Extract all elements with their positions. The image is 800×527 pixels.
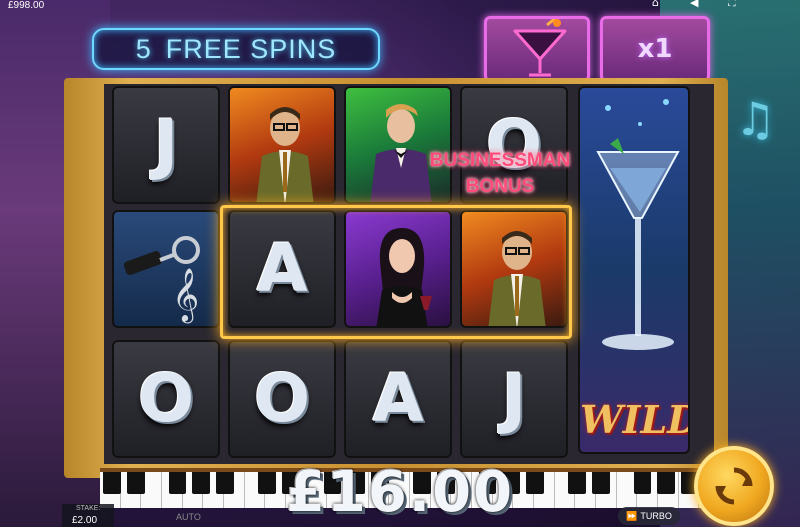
symbol-letter: A — [372, 360, 424, 437]
reel-symbol-singer — [344, 210, 452, 328]
bonus-label-line1: BUSINESSMAN — [429, 150, 571, 171]
wild-label: WILD — [580, 397, 690, 442]
reel-symbol-keys: 𝄞 — [112, 210, 220, 328]
win-amount: £16.00 — [285, 460, 515, 525]
cocktail-feature-box — [484, 15, 590, 82]
music-note-icon: ♫ — [734, 92, 776, 146]
wild-reel: WILD — [578, 86, 690, 454]
singer-portrait-icon — [376, 228, 432, 326]
martini-glass-icon — [596, 99, 680, 350]
auto-button[interactable]: AUTO — [176, 512, 201, 522]
multiplier-box: x1 — [600, 16, 710, 82]
reel-symbol-o: O — [112, 340, 220, 458]
symbol-letter: J — [501, 360, 527, 437]
businessman-portrait-icon — [256, 107, 314, 202]
free-spins-count: 5 — [135, 33, 152, 64]
sound-icon[interactable]: ◀ — [690, 0, 704, 8]
symbol-letter: A — [256, 230, 308, 307]
fast-forward-icon: ⏩ — [626, 510, 638, 521]
bonus-label-line2: BONUS — [465, 176, 535, 197]
svg-text:𝄞: 𝄞 — [172, 267, 199, 323]
reel-symbol-o: O — [228, 340, 336, 458]
reel-symbol-a: A — [228, 210, 336, 328]
turbo-button[interactable]: ⏩ TURBO — [618, 507, 680, 525]
multiplier-value: x1 — [637, 34, 673, 64]
reel-symbol-businessman — [228, 86, 336, 204]
balance-display: £998.00 — [8, 0, 45, 11]
reel-symbol-j: J — [112, 86, 220, 204]
bonus-label: BUSINESSMAN BONUS — [400, 148, 600, 200]
symbol-letter: O — [137, 360, 195, 437]
turbo-label: TURBO — [640, 511, 672, 521]
spin-button[interactable] — [694, 446, 774, 526]
stake-display[interactable]: STAKE: £2.00 — [62, 504, 114, 527]
reel-symbol-businessman — [460, 210, 568, 328]
game-stage: ♫ £998.00 ⌂ ◀ ⛶ 5 FREE SPINS x1 J 𝄞 O A … — [0, 0, 800, 527]
stake-value: £2.00 — [72, 515, 98, 526]
symbol-letter: J — [153, 106, 179, 183]
reel-symbol-j: J — [460, 340, 568, 458]
reel-symbol-a: A — [344, 340, 452, 458]
spin-arrows-icon — [715, 467, 753, 505]
free-spins-label: FREE SPINS — [165, 33, 337, 64]
fullscreen-icon[interactable]: ⛶ — [728, 0, 742, 8]
cocktail-icon — [513, 15, 567, 77]
top-controls: ⌂ ◀ ⛶ — [652, 0, 742, 8]
car-keys-treble-clef-icon: 𝄞 — [123, 236, 200, 323]
free-spins-banner: 5 FREE SPINS — [92, 28, 380, 70]
businessman-portrait-icon — [488, 231, 546, 326]
stake-label: STAKE: — [76, 505, 101, 512]
home-icon[interactable]: ⌂ — [652, 0, 666, 8]
symbol-letter: O — [253, 360, 311, 437]
